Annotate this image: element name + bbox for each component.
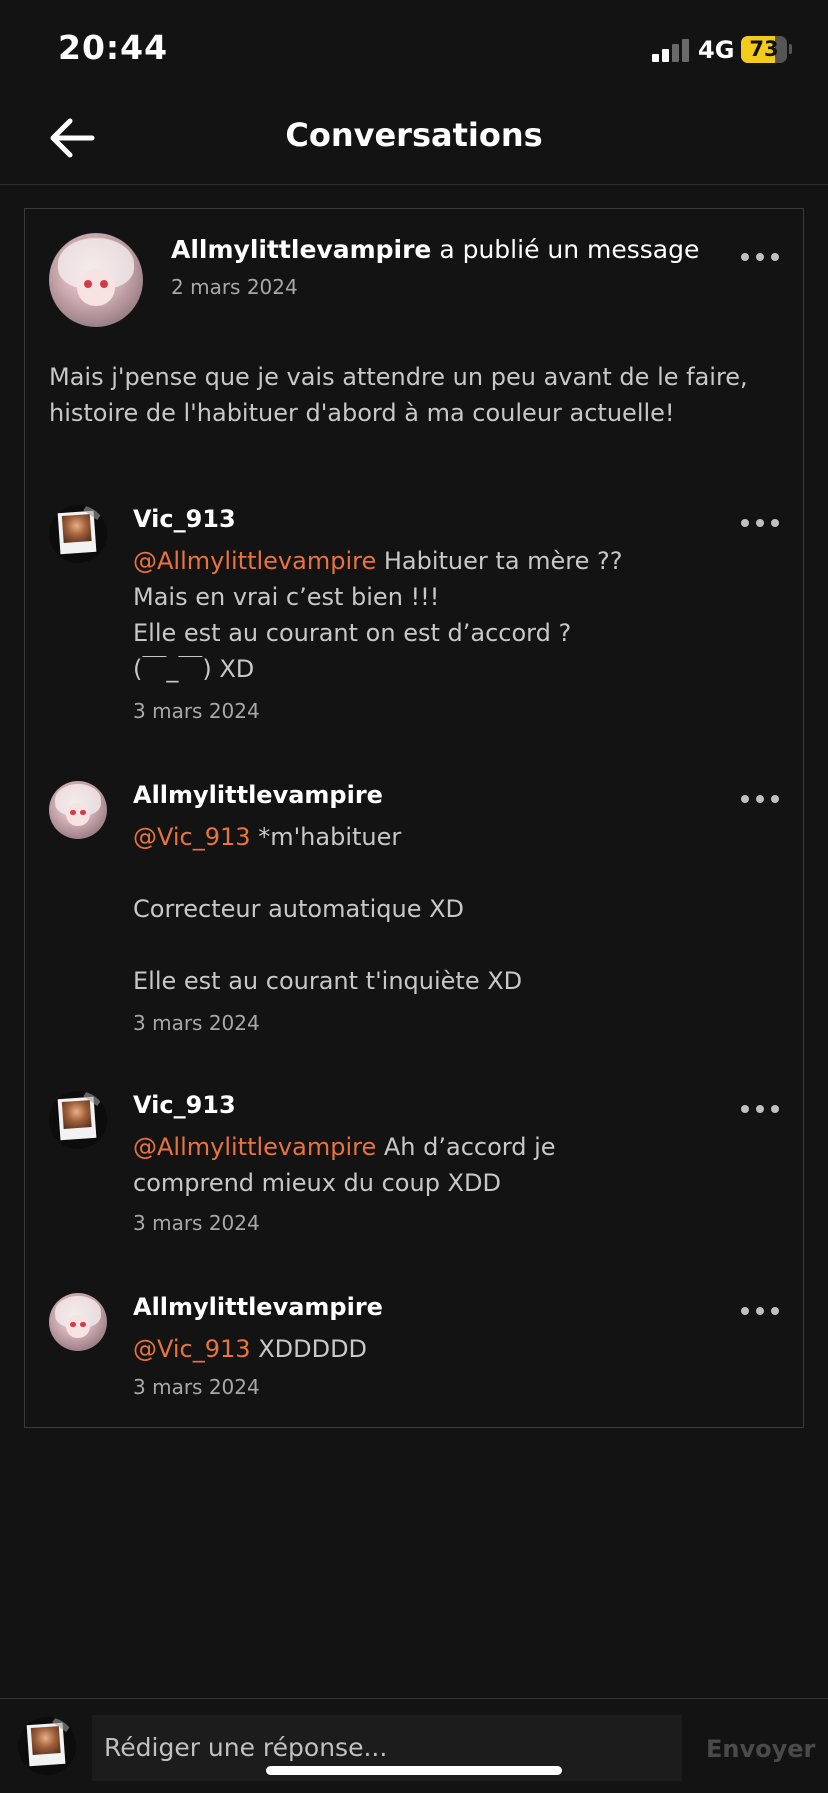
mention-link[interactable]: @Allmylittlevampire — [133, 1133, 376, 1161]
comment-date: 3 mars 2024 — [133, 1375, 260, 1399]
post-date: 2 mars 2024 — [171, 275, 298, 299]
comment-text: @Vic_913 XDDDDD — [133, 1335, 368, 1363]
comment: Allmylittlevampire @Vic_913 XDDDDD 3 mar… — [25, 1293, 803, 1413]
comment-date: 3 mars 2024 — [133, 1211, 260, 1235]
comment-text: @Vic_913 *m'habituer Correcteur automati… — [133, 823, 523, 995]
avatar[interactable] — [49, 781, 107, 839]
more-options-icon[interactable] — [741, 1099, 781, 1119]
comment-author[interactable]: Vic_913 — [133, 1091, 236, 1119]
more-options-icon[interactable] — [741, 789, 781, 809]
more-options-icon[interactable] — [741, 513, 781, 533]
mention-link[interactable]: @Vic_913 — [133, 823, 251, 851]
mention-link[interactable]: @Vic_913 — [133, 1335, 251, 1363]
page-title: Conversations — [285, 116, 543, 154]
avatar[interactable] — [49, 1293, 107, 1351]
comment: Vic_913 @Allmylittlevampire Habituer ta … — [25, 505, 803, 725]
send-button[interactable]: Envoyer — [706, 1735, 815, 1763]
reply-bar: Rédiger une réponse... Envoyer — [0, 1698, 828, 1793]
avatar[interactable] — [49, 1091, 107, 1149]
network-label: 4G — [698, 36, 735, 64]
mention-link[interactable]: @Allmylittlevampire — [133, 547, 376, 575]
avatar — [18, 1717, 76, 1775]
status-bar: 20:44 4G 73 — [0, 0, 828, 90]
comment: Vic_913 @Allmylittlevampire Ah d’accord … — [25, 1091, 803, 1241]
home-indicator[interactable] — [266, 1766, 562, 1775]
post-body: Mais j'pense que je vais attendre un peu… — [49, 363, 748, 427]
comment-date: 3 mars 2024 — [133, 1011, 260, 1035]
post-header: Allmylittlevampire a publié un message — [171, 235, 699, 264]
post-author[interactable]: Allmylittlevampire — [171, 235, 431, 264]
comment-author[interactable]: Allmylittlevampire — [133, 781, 383, 809]
comment-text: @Allmylittlevampire Ah d’accord je compr… — [133, 1133, 556, 1197]
avatar[interactable] — [49, 233, 143, 327]
comment-text: @Allmylittlevampire Habituer ta mère ?? … — [133, 547, 623, 683]
battery-percent: 73 — [749, 37, 779, 61]
comment-date: 3 mars 2024 — [133, 699, 260, 723]
comment-author[interactable]: Vic_913 — [133, 505, 236, 533]
more-options-icon[interactable] — [741, 247, 781, 267]
avatar[interactable] — [49, 505, 107, 563]
battery-icon: 73 — [741, 36, 787, 63]
nav-header: Conversations — [0, 90, 828, 185]
conversation-card: Allmylittlevampire a publié un message 2… — [24, 208, 804, 1428]
post-action: a publié un message — [431, 235, 700, 264]
signal-icon — [652, 38, 692, 62]
comment: Allmylittlevampire @Vic_913 *m'habituer … — [25, 781, 803, 1041]
comment-author[interactable]: Allmylittlevampire — [133, 1293, 383, 1321]
status-time: 20:44 — [58, 28, 169, 67]
more-options-icon[interactable] — [741, 1301, 781, 1321]
